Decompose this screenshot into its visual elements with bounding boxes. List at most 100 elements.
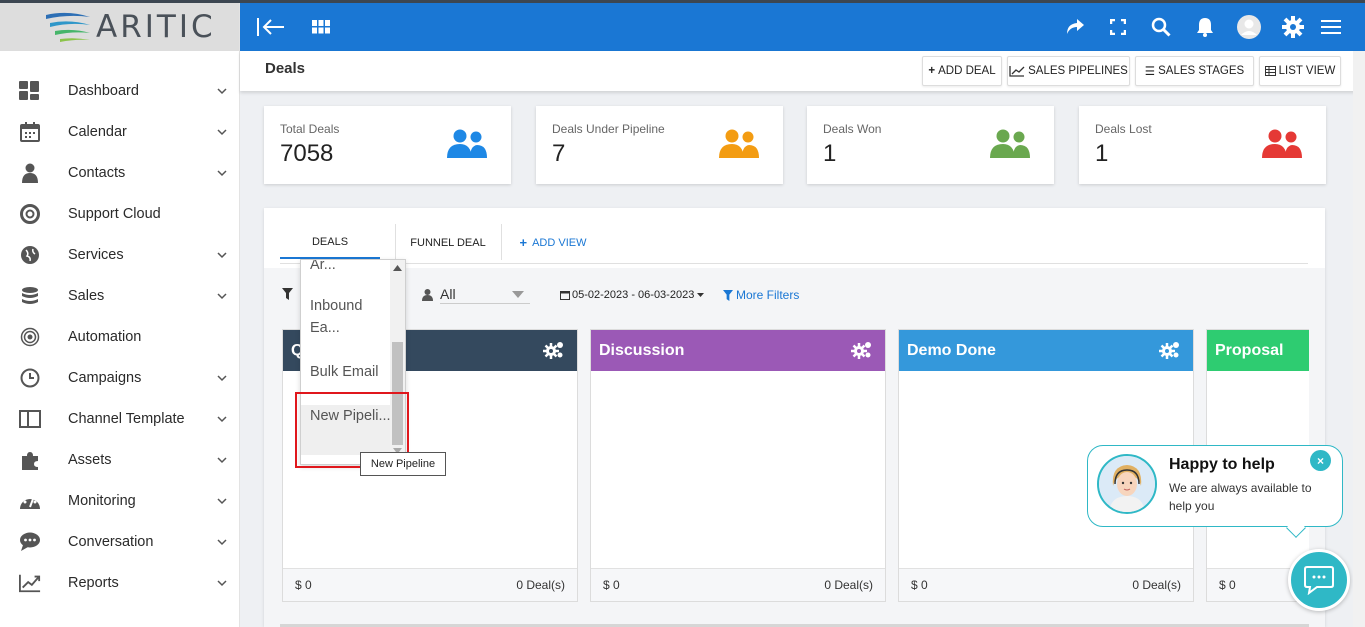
sidebar-item-calendar[interactable]: Calendar (0, 111, 239, 152)
sales-pipelines-button[interactable]: SALES PIPELINES (1007, 56, 1130, 86)
line-chart-icon (1009, 66, 1025, 77)
campaigns-icon (19, 367, 41, 389)
assets-icon (19, 449, 41, 471)
share-icon[interactable] (1063, 15, 1087, 39)
deals-panel: DEALS FUNNEL DEAL + ADD VIEW All 05-02-2… (264, 208, 1325, 627)
stage-title: Proposal (1215, 341, 1284, 359)
logo-text: ARITIC (96, 9, 216, 45)
sidebar-item-services[interactable]: Services (0, 234, 239, 275)
sidebar-item-label: Reports (68, 574, 119, 591)
sidebar-item-monitoring[interactable]: Monitoring (0, 480, 239, 521)
tab-deals[interactable]: DEALS (280, 226, 380, 259)
stage-footer: $ 0 0 Deal(s) (591, 568, 885, 601)
search-icon[interactable] (1149, 15, 1173, 39)
sidebar-item-automation[interactable]: Automation (0, 316, 239, 357)
users-icon (990, 129, 1030, 158)
conversation-icon (19, 531, 41, 553)
stage-title: Discussion (599, 341, 685, 359)
sidebar-item-support-cloud[interactable]: Support Cloud (0, 193, 239, 234)
more-filters-label: More Filters (736, 288, 800, 302)
monitoring-icon (19, 490, 41, 512)
sidebar-item-sales[interactable]: Sales (0, 275, 239, 316)
support-agent-avatar (1097, 454, 1157, 514)
stage-amount: $ 0 (1219, 578, 1236, 592)
user-icon (422, 289, 433, 301)
sidebar-item-assets[interactable]: Assets (0, 439, 239, 480)
scroll-up-icon[interactable] (393, 265, 402, 271)
fullscreen-icon[interactable] (1106, 15, 1130, 39)
calendar-icon (19, 121, 41, 143)
sidebar-item-label: Calendar (68, 123, 127, 140)
apps-grid-icon[interactable] (309, 15, 333, 39)
sidebar-item-dashboard[interactable]: Dashboard (0, 70, 239, 111)
list-icon: ☰ (1144, 66, 1156, 78)
sales-stages-button[interactable]: ☰ SALES STAGES (1135, 56, 1254, 86)
sidebar-item-contacts[interactable]: Contacts (0, 152, 239, 193)
stat-value: 7 (552, 140, 566, 167)
owner-filter[interactable]: All (422, 284, 530, 306)
list-view-button[interactable]: LIST VIEW (1259, 56, 1341, 86)
user-avatar-icon[interactable] (1237, 15, 1261, 39)
stage-deal-count: 0 Deal(s) (824, 578, 873, 592)
contacts-icon (19, 162, 41, 184)
chevron-down-icon (217, 497, 227, 504)
pipeline-option[interactable]: Inbound Ea... (301, 295, 391, 339)
pipeline-option[interactable]: Bulk Email (301, 361, 391, 383)
chevron-down-icon (217, 415, 227, 422)
add-deal-label: ADD DEAL (938, 65, 996, 77)
plus-icon: + (928, 65, 936, 77)
gear-icon[interactable] (1281, 15, 1305, 39)
more-filters-link[interactable]: More Filters (723, 284, 799, 306)
sidebar-item-label: Campaigns (68, 369, 142, 386)
list-view-label: LIST VIEW (1278, 65, 1336, 77)
sidebar-item-campaigns[interactable]: Campaigns (0, 357, 239, 398)
sidebar-item-channel-template[interactable]: Channel Template (0, 398, 239, 439)
stage-deal-count: 0 Deal(s) (516, 578, 565, 592)
chat-title: Happy to help (1169, 456, 1275, 473)
date-range-picker[interactable]: 05-02-2023 - 06-03-2023 (560, 284, 705, 306)
pipeline-option[interactable]: Ar... (301, 260, 391, 276)
gears-icon[interactable] (543, 340, 565, 360)
add-view-button[interactable]: + ADD VIEW (516, 226, 590, 259)
stage-footer: $ 0 0 Deal(s) (283, 568, 577, 601)
tab-funnel-deal[interactable]: FUNNEL DEAL (396, 226, 500, 259)
bell-icon[interactable] (1193, 15, 1217, 39)
tab-label: DEALS (311, 235, 349, 248)
stage-header: Proposal (1207, 330, 1309, 371)
gears-icon[interactable] (851, 340, 873, 360)
collapse-sidebar-icon[interactable] (256, 15, 286, 39)
stat-card-total-deals: Total Deals 7058 (264, 106, 511, 184)
support-icon (19, 203, 41, 225)
filter-icon[interactable] (282, 288, 293, 300)
stat-label: Total Deals (280, 122, 340, 136)
stage-amount: $ 0 (911, 578, 928, 592)
sidebar-item-label: Automation (68, 328, 142, 345)
hamburger-menu-icon[interactable] (1319, 15, 1343, 39)
chevron-down-icon (217, 374, 227, 381)
stage-footer: $ 0 0 Deal(s) (899, 568, 1193, 601)
page-scrollbar[interactable] (1353, 51, 1365, 627)
chevron-down-icon (217, 251, 227, 258)
caret-down-icon (697, 292, 705, 297)
sales-pipelines-label: SALES PIPELINES (1028, 65, 1128, 77)
close-icon[interactable]: × (1310, 450, 1331, 471)
gears-icon[interactable] (1159, 340, 1181, 360)
stat-label: Deals Under Pipeline (552, 122, 665, 136)
stat-value: 1 (823, 140, 837, 167)
stage-column-discussion: Discussion $ 0 0 Deal(s) (590, 329, 886, 602)
chat-icon (1304, 566, 1334, 595)
sidebar-item-conversation[interactable]: Conversation (0, 521, 239, 562)
sidebar-item-label: Support Cloud (68, 205, 161, 222)
tab-label: FUNNEL DEAL (410, 236, 486, 249)
chat-subtitle: We are always available to help you (1169, 481, 1312, 513)
chat-launcher-button[interactable] (1288, 549, 1350, 611)
stage-header: Demo Done (899, 330, 1193, 371)
sidebar-item-reports[interactable]: Reports (0, 562, 239, 603)
chevron-down-icon (512, 291, 524, 298)
services-icon (19, 244, 41, 266)
plus-icon: + (519, 235, 528, 250)
users-icon (1262, 129, 1302, 158)
filter-icon (723, 289, 733, 301)
logo[interactable]: ARITIC (0, 3, 239, 51)
add-deal-button[interactable]: + ADD DEAL (922, 56, 1002, 86)
